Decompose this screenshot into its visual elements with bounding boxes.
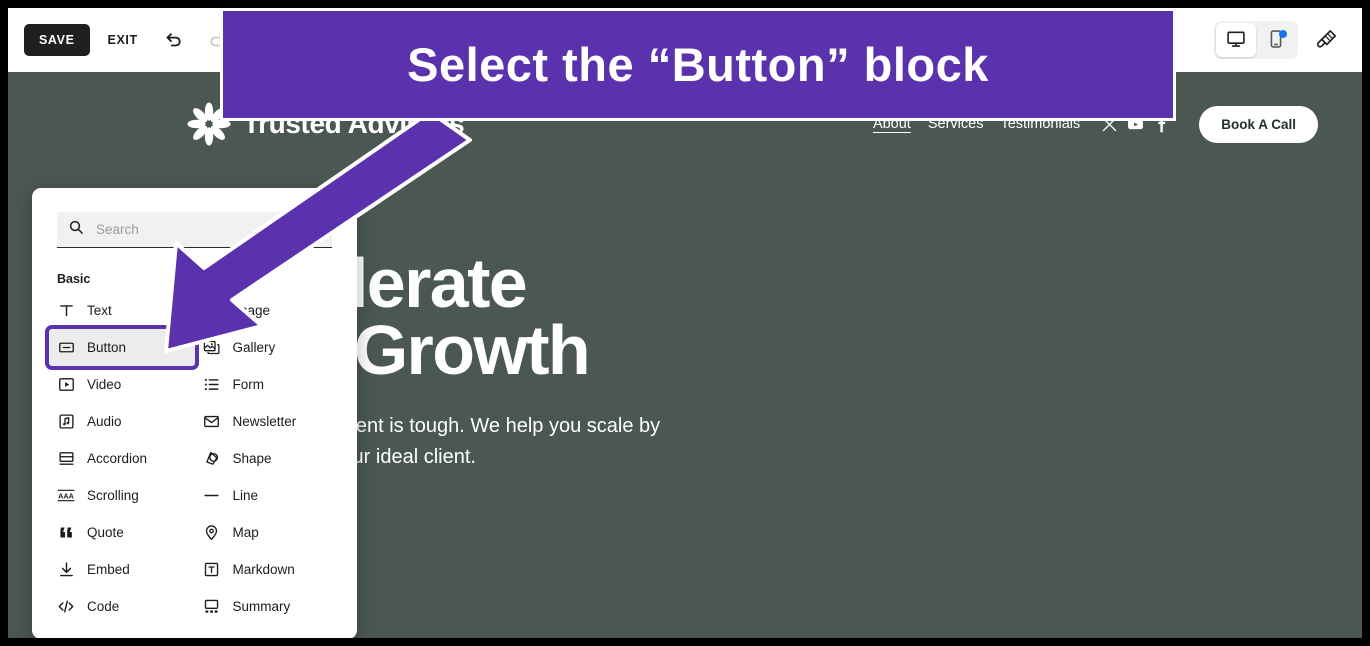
block-label: Text — [87, 303, 112, 318]
block-label: Embed — [87, 562, 130, 577]
undo-button[interactable] — [156, 21, 194, 59]
block-label: Newsletter — [232, 414, 297, 429]
block-label: Summary — [232, 599, 291, 614]
block-label: Button — [87, 340, 127, 355]
toolbar-right-group — [1214, 21, 1346, 59]
markdown-icon — [203, 561, 221, 579]
block-item-map[interactable]: Map — [195, 514, 341, 551]
callout-text: Select the “Button” block — [407, 38, 989, 91]
block-label: Gallery — [232, 340, 276, 355]
block-item-audio[interactable]: Audio — [49, 403, 195, 440]
book-a-call-button[interactable]: Book A Call — [1199, 105, 1318, 143]
block-label: Shape — [232, 451, 272, 466]
summary-icon — [203, 598, 221, 616]
block-label: Line — [232, 488, 259, 503]
block-item-quote[interactable]: Quote — [49, 514, 195, 551]
exit-button[interactable]: EXIT — [94, 24, 152, 56]
block-item-line[interactable]: Line — [195, 477, 341, 514]
block-item-gallery[interactable]: Gallery — [195, 329, 341, 366]
embed-icon — [57, 561, 75, 579]
section-label-basic: Basic — [57, 272, 91, 286]
paintbrush-icon — [1316, 28, 1338, 53]
block-label: Video — [87, 377, 122, 392]
block-label: Scrolling — [87, 488, 139, 503]
image-icon — [203, 302, 221, 320]
undo-icon — [164, 28, 185, 52]
block-search-row[interactable] — [57, 212, 332, 248]
block-item-code[interactable]: Code — [49, 588, 195, 625]
toolbar-left-group: SAVE EXIT — [24, 21, 236, 59]
button-icon — [57, 339, 75, 357]
block-item-form[interactable]: Form — [195, 366, 341, 403]
theme-brush-button[interactable] — [1308, 21, 1346, 59]
mobile-notification-badge — [1279, 30, 1287, 38]
block-label: Image — [232, 303, 271, 318]
code-icon — [57, 598, 75, 616]
block-label: Accordion — [87, 451, 148, 466]
search-input[interactable] — [96, 222, 321, 237]
block-item-video[interactable]: Video — [49, 366, 195, 403]
block-item-newsletter[interactable]: Newsletter — [195, 403, 341, 440]
block-label: Form — [232, 377, 265, 392]
instruction-callout: Select the “Button” block — [220, 8, 1176, 121]
accordion-icon — [57, 450, 75, 468]
block-item-image[interactable]: Image — [195, 292, 341, 329]
block-label: Map — [232, 525, 259, 540]
scrolling-icon: AAA — [57, 487, 75, 505]
block-item-summary[interactable]: Summary — [195, 588, 341, 625]
desktop-icon — [1226, 29, 1246, 52]
block-label: Code — [87, 599, 120, 614]
block-picker-panel: Basic Text — [32, 188, 357, 638]
quote-icon — [57, 524, 75, 542]
line-icon — [203, 487, 221, 505]
block-item-scrolling[interactable]: AAA Scrolling — [49, 477, 195, 514]
form-icon — [203, 376, 221, 394]
block-label: Audio — [87, 414, 122, 429]
block-item-text[interactable]: Text — [49, 292, 195, 329]
audio-icon — [57, 413, 75, 431]
block-item-shape[interactable]: Shape — [195, 440, 341, 477]
video-icon — [57, 376, 75, 394]
block-grid: Text Image Button Gallery Video Form Aud… — [32, 292, 357, 625]
block-item-accordion[interactable]: Accordion — [49, 440, 195, 477]
map-pin-icon — [203, 524, 221, 542]
block-label: Quote — [87, 525, 124, 540]
block-item-markdown[interactable]: Markdown — [195, 551, 341, 588]
mobile-preview-button[interactable] — [1256, 23, 1296, 57]
block-item-embed[interactable]: Embed — [49, 551, 195, 588]
screenshot-root: SAVE EXIT Trusted Advisors About Service… — [0, 0, 1370, 646]
block-item-button[interactable]: Button — [45, 325, 199, 370]
svg-text:AAA: AAA — [58, 491, 74, 500]
save-button[interactable]: SAVE — [24, 24, 90, 56]
website-canvas: Trusted Advisors About Services Testimon… — [8, 72, 1362, 638]
gallery-icon — [203, 339, 221, 357]
text-icon — [57, 302, 75, 320]
desktop-preview-button[interactable] — [1216, 23, 1256, 57]
newsletter-icon — [203, 413, 221, 431]
shape-icon — [203, 450, 221, 468]
search-icon — [68, 219, 84, 240]
block-label: Markdown — [232, 562, 295, 577]
device-preview-toggle — [1214, 21, 1298, 59]
